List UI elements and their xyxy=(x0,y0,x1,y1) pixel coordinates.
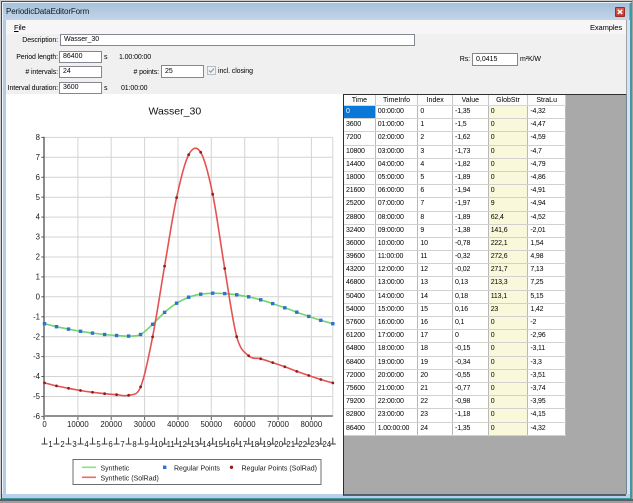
svg-text:2: 2 xyxy=(36,253,40,262)
svg-text:10000: 10000 xyxy=(67,420,89,429)
svg-text:1: 1 xyxy=(36,273,40,282)
svg-text:17: 17 xyxy=(238,440,247,449)
svg-text:Synthetic: Synthetic xyxy=(101,465,130,472)
svg-text:3: 3 xyxy=(72,440,76,449)
svg-text:4: 4 xyxy=(84,440,89,449)
svg-text:8: 8 xyxy=(36,133,40,142)
svg-text:23: 23 xyxy=(310,440,319,449)
svg-text:5: 5 xyxy=(96,440,101,449)
svg-text:-4: -4 xyxy=(33,372,41,381)
svg-text:7: 7 xyxy=(36,153,40,162)
svg-text:30000: 30000 xyxy=(134,420,156,429)
svg-text:19: 19 xyxy=(262,440,271,449)
svg-text:3: 3 xyxy=(36,233,40,242)
svg-text:Wasser_30: Wasser_30 xyxy=(148,106,201,118)
svg-text:13: 13 xyxy=(190,440,199,449)
svg-text:60000: 60000 xyxy=(234,420,256,429)
svg-text:11: 11 xyxy=(167,440,175,449)
svg-text:Regular Points: Regular Points xyxy=(174,465,220,472)
svg-text:-5: -5 xyxy=(33,392,41,401)
svg-text:10: 10 xyxy=(154,440,163,449)
svg-text:7: 7 xyxy=(120,440,124,449)
svg-text:-6: -6 xyxy=(33,412,40,421)
svg-text:24: 24 xyxy=(322,440,331,449)
svg-text:15: 15 xyxy=(214,440,223,449)
svg-text:2: 2 xyxy=(60,440,64,449)
svg-text:6: 6 xyxy=(36,173,40,182)
svg-text:22: 22 xyxy=(298,440,307,449)
svg-text:80000: 80000 xyxy=(301,420,323,429)
svg-text:5: 5 xyxy=(36,193,41,202)
svg-text:0: 0 xyxy=(36,292,41,301)
svg-text:8: 8 xyxy=(132,440,136,449)
svg-text:12: 12 xyxy=(178,440,187,449)
svg-text:9: 9 xyxy=(144,440,148,449)
svg-text:0: 0 xyxy=(42,420,47,429)
svg-text:-1: -1 xyxy=(33,312,40,321)
svg-text:20000: 20000 xyxy=(100,420,122,429)
svg-text:14: 14 xyxy=(202,440,211,449)
svg-text:Synthetic (SolRad): Synthetic (SolRad) xyxy=(101,475,159,482)
svg-text:4: 4 xyxy=(36,213,41,222)
svg-text:18: 18 xyxy=(250,440,259,449)
svg-text:6: 6 xyxy=(108,440,112,449)
svg-text:70000: 70000 xyxy=(267,420,289,429)
svg-text:-3: -3 xyxy=(33,352,40,361)
svg-text:16: 16 xyxy=(226,440,235,449)
svg-text:Regular Points (SolRad): Regular Points (SolRad) xyxy=(242,465,317,472)
svg-text:21: 21 xyxy=(286,440,295,449)
svg-text:-2: -2 xyxy=(33,332,40,341)
svg-text:50000: 50000 xyxy=(200,420,222,429)
svg-text:1: 1 xyxy=(48,440,52,449)
svg-text:40000: 40000 xyxy=(167,420,189,429)
svg-text:20: 20 xyxy=(274,440,283,449)
